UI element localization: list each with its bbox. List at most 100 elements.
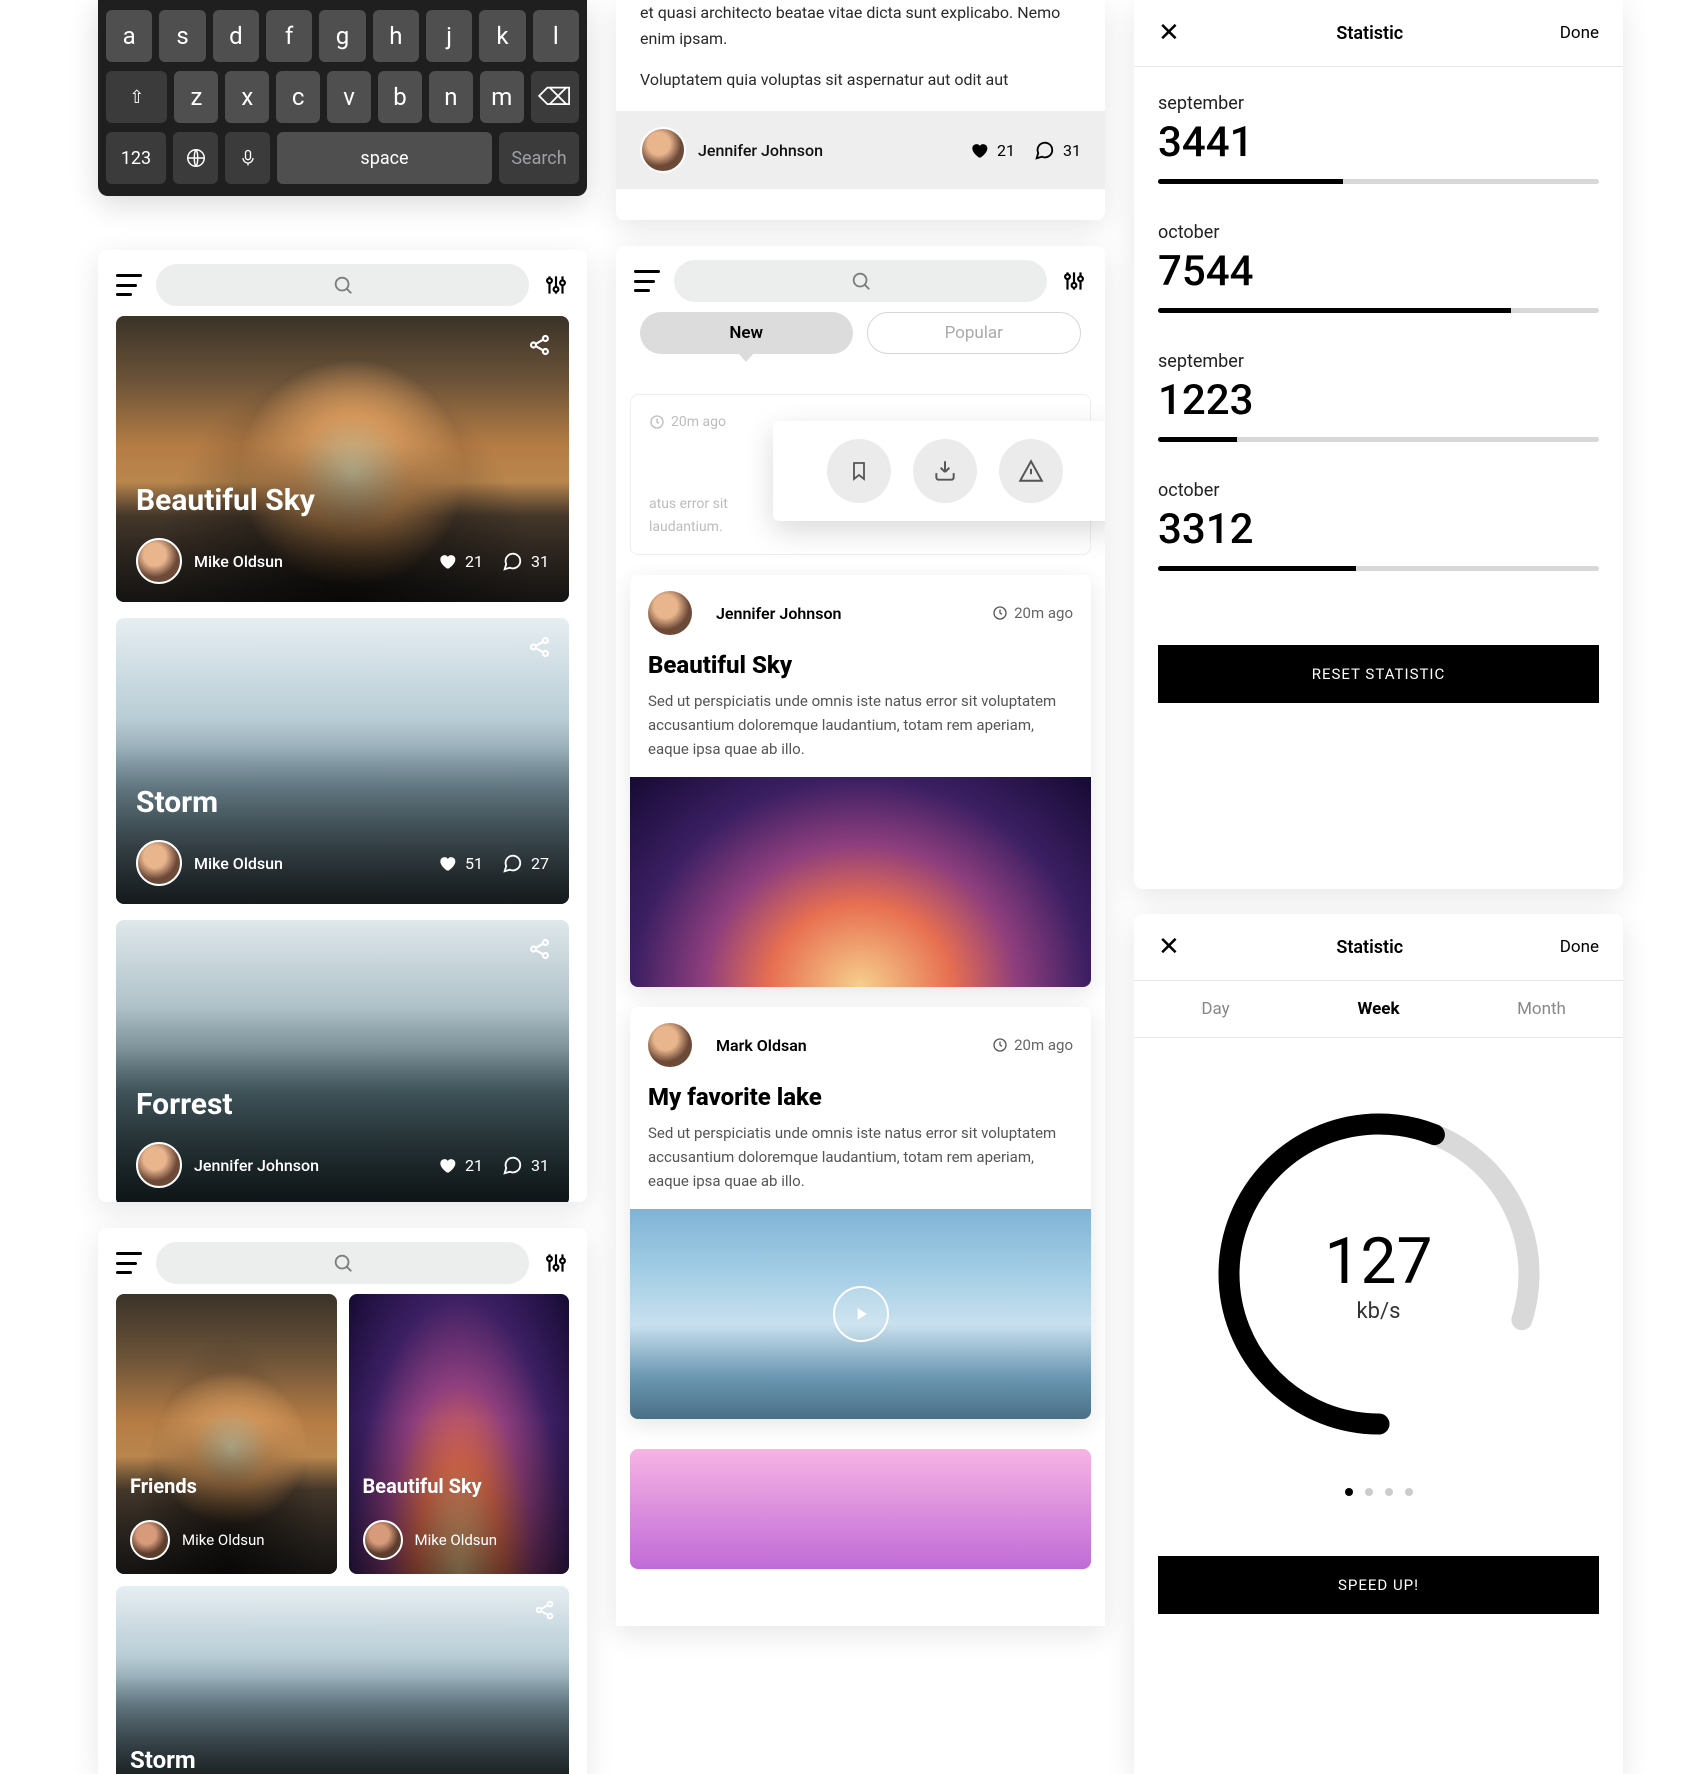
tab-week[interactable]: Week bbox=[1297, 981, 1460, 1037]
author-name[interactable]: Mike Oldsun bbox=[194, 552, 437, 571]
cards-screen: Beautiful Sky Mike Oldsun 21 31 Storm Mi… bbox=[98, 250, 587, 1202]
done-button[interactable]: Done bbox=[1560, 937, 1599, 957]
key-m[interactable]: m bbox=[480, 71, 524, 123]
avatar[interactable] bbox=[136, 1142, 182, 1188]
author-name[interactable]: Mike Oldsun bbox=[194, 854, 437, 873]
bookmark-button[interactable] bbox=[827, 439, 891, 503]
key-a[interactable]: a bbox=[106, 10, 152, 62]
close-icon[interactable]: ✕ bbox=[1158, 20, 1180, 46]
photo-card[interactable]: Beautiful Sky Mike Oldsun 21 31 bbox=[116, 316, 569, 602]
key-123[interactable]: 123 bbox=[106, 132, 166, 184]
comments[interactable]: 31 bbox=[1033, 139, 1081, 161]
menu-icon[interactable] bbox=[634, 270, 660, 292]
feed-card[interactable]: Jennifer Johnson 20m ago Beautiful Sky S… bbox=[630, 575, 1091, 987]
likes[interactable]: 21 bbox=[437, 551, 483, 571]
key-shift[interactable]: ⇧ bbox=[106, 71, 167, 123]
grid-tile[interactable]: Beautiful Sky Mike Oldsun bbox=[349, 1294, 570, 1574]
article-body-line: Voluptatem quia voluptas sit aspernatur … bbox=[640, 67, 1081, 93]
key-mic[interactable] bbox=[225, 132, 270, 184]
likes[interactable]: 21 bbox=[969, 140, 1015, 160]
feed-card[interactable]: Mark Oldsan 20m ago My favorite lake Sed… bbox=[630, 1007, 1091, 1419]
tab-month[interactable]: Month bbox=[1460, 981, 1623, 1037]
timestamp: 20m ago bbox=[992, 604, 1073, 622]
avatar[interactable] bbox=[136, 538, 182, 584]
close-icon[interactable]: ✕ bbox=[1158, 934, 1180, 960]
key-d[interactable]: d bbox=[213, 10, 259, 62]
author-name[interactable]: Mike Oldsun bbox=[415, 1531, 498, 1549]
page-dots[interactable] bbox=[1134, 1488, 1623, 1496]
ios-keyboard[interactable]: asdfghjkl ⇧ zxcvbnm ⌫ 123 space Search bbox=[98, 0, 587, 196]
article-body-line: et quasi architecto beatae vitae dicta s… bbox=[640, 0, 1081, 53]
play-icon[interactable] bbox=[833, 1286, 889, 1342]
key-l[interactable]: l bbox=[533, 10, 579, 62]
key-backspace[interactable]: ⌫ bbox=[531, 71, 579, 123]
statistic-bars-screen: ✕ Statistic Done september 3441 october … bbox=[1134, 0, 1623, 889]
filter-icon[interactable] bbox=[543, 272, 569, 298]
avatar[interactable] bbox=[363, 1520, 403, 1560]
menu-icon[interactable] bbox=[116, 1252, 142, 1274]
done-button[interactable]: Done bbox=[1560, 23, 1599, 43]
key-s[interactable]: s bbox=[159, 10, 205, 62]
filter-icon[interactable] bbox=[1061, 268, 1087, 294]
menu-icon[interactable] bbox=[116, 274, 142, 296]
tab-new[interactable]: New bbox=[640, 312, 853, 354]
share-icon[interactable] bbox=[527, 634, 553, 660]
key-j[interactable]: j bbox=[426, 10, 472, 62]
comments[interactable]: 31 bbox=[501, 550, 549, 572]
report-button[interactable] bbox=[999, 439, 1063, 503]
comments[interactable]: 31 bbox=[501, 1154, 549, 1176]
key-k[interactable]: k bbox=[479, 10, 525, 62]
share-icon[interactable] bbox=[533, 1598, 557, 1622]
author-name[interactable]: Jennifer Johnson bbox=[194, 1156, 437, 1175]
key-x[interactable]: x bbox=[225, 71, 269, 123]
search-input[interactable] bbox=[674, 260, 1047, 302]
search-input[interactable] bbox=[156, 1242, 529, 1284]
author-name[interactable]: Jennifer Johnson bbox=[716, 604, 980, 623]
metric-row: september 1223 bbox=[1158, 351, 1599, 442]
key-search[interactable]: Search bbox=[499, 132, 579, 184]
comments[interactable]: 27 bbox=[501, 852, 549, 874]
key-v[interactable]: v bbox=[327, 71, 371, 123]
grid-tile-wide[interactable]: Storm bbox=[116, 1586, 569, 1774]
photo-card[interactable]: Storm Mike Oldsun 51 27 bbox=[116, 618, 569, 904]
avatar[interactable] bbox=[640, 127, 686, 173]
author-name[interactable]: Mike Oldsun bbox=[182, 1531, 265, 1549]
grid-tile[interactable]: Friends Mike Oldsun bbox=[116, 1294, 337, 1574]
author-name[interactable]: Mark Oldsan bbox=[716, 1036, 980, 1055]
avatar[interactable] bbox=[648, 1023, 692, 1067]
tab-day[interactable]: Day bbox=[1134, 981, 1297, 1037]
photo-card[interactable]: Forrest Jennifer Johnson 21 31 bbox=[116, 920, 569, 1202]
key-globe[interactable] bbox=[173, 132, 218, 184]
key-z[interactable]: z bbox=[174, 71, 218, 123]
avatar[interactable] bbox=[136, 840, 182, 886]
share-icon[interactable] bbox=[527, 332, 553, 358]
avatar[interactable] bbox=[648, 591, 692, 635]
feed-image[interactable] bbox=[630, 1449, 1091, 1569]
action-popover bbox=[773, 421, 1105, 521]
reset-button[interactable]: RESET STATISTIC bbox=[1158, 645, 1599, 703]
feed-card-image[interactable] bbox=[630, 1209, 1091, 1419]
author-name[interactable]: Jennifer Johnson bbox=[698, 141, 969, 160]
speedup-button[interactable]: SPEED UP! bbox=[1158, 1556, 1599, 1614]
metric-value: 1223 bbox=[1158, 376, 1599, 425]
key-g[interactable]: g bbox=[319, 10, 365, 62]
tab-popular[interactable]: Popular bbox=[867, 312, 1082, 354]
key-h[interactable]: h bbox=[373, 10, 419, 62]
key-b[interactable]: b bbox=[378, 71, 422, 123]
key-f[interactable]: f bbox=[266, 10, 312, 62]
filter-icon[interactable] bbox=[543, 1250, 569, 1276]
feed-card-image[interactable] bbox=[630, 777, 1091, 987]
metric-label: september bbox=[1158, 351, 1599, 372]
feed-card-title: My favorite lake bbox=[630, 1083, 1091, 1121]
metric-label: october bbox=[1158, 480, 1599, 501]
key-c[interactable]: c bbox=[276, 71, 320, 123]
download-button[interactable] bbox=[913, 439, 977, 503]
feed-card-body: Sed ut perspiciatis unde omnis iste natu… bbox=[630, 1121, 1091, 1209]
key-n[interactable]: n bbox=[429, 71, 473, 123]
likes[interactable]: 51 bbox=[437, 853, 483, 873]
search-input[interactable] bbox=[156, 264, 529, 306]
key-space[interactable]: space bbox=[277, 132, 492, 184]
avatar[interactable] bbox=[130, 1520, 170, 1560]
likes[interactable]: 21 bbox=[437, 1155, 483, 1175]
share-icon[interactable] bbox=[527, 936, 553, 962]
